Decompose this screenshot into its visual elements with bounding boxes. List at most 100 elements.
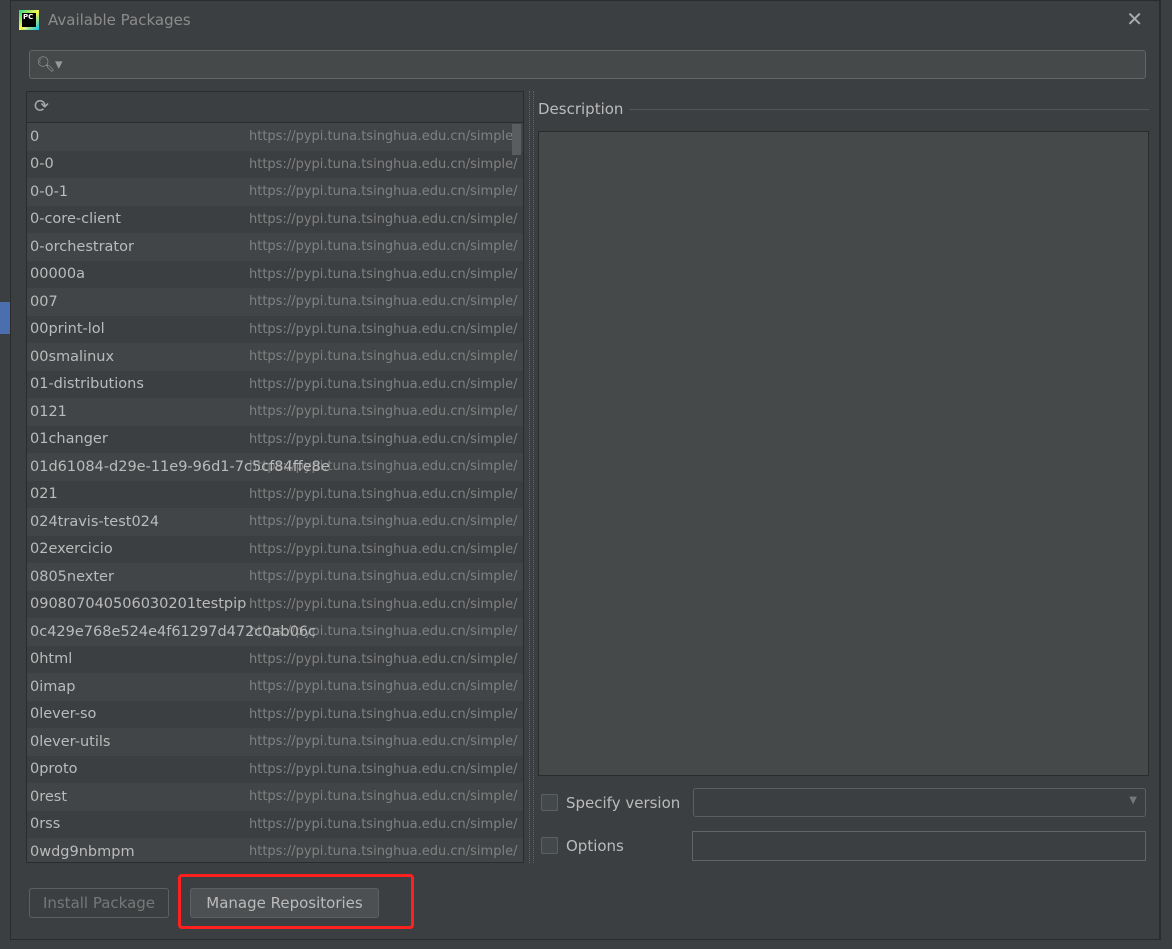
package-repo: https://pypi.tuna.tsinghua.edu.cn/simple… xyxy=(249,349,518,364)
package-list: ⟳ https://pypi.tuna.tsinghua.edu.cn/simp… xyxy=(26,91,524,863)
package-repo: https://pypi.tuna.tsinghua.edu.cn/simple… xyxy=(249,651,518,667)
package-name: 0805nexter xyxy=(30,568,114,585)
package-row[interactable]: https://pypi.tuna.tsinghua.edu.cn/simple… xyxy=(27,645,523,673)
package-row[interactable]: https://pypi.tuna.tsinghua.edu.cn/simple… xyxy=(27,288,523,316)
package-row[interactable]: https://pypi.tuna.tsinghua.edu.cn/simple… xyxy=(27,838,523,862)
package-row[interactable]: https://pypi.tuna.tsinghua.edu.cn/simple… xyxy=(27,783,523,811)
version-select[interactable]: ▼ xyxy=(693,788,1146,817)
package-row[interactable]: https://pypi.tuna.tsinghua.edu.cn/simple… xyxy=(27,453,523,481)
search-input[interactable]: 🔍︎▾ xyxy=(29,50,1146,79)
package-name: 0121 xyxy=(30,403,67,420)
chevron-down-icon: ▼ xyxy=(1129,795,1137,806)
description-divider xyxy=(629,109,1149,110)
package-repo: https://pypi.tuna.tsinghua.edu.cn/simple… xyxy=(249,761,518,777)
package-row[interactable]: https://pypi.tuna.tsinghua.edu.cn/simple… xyxy=(27,260,523,288)
options-label: Options xyxy=(566,837,624,855)
package-rows: https://pypi.tuna.tsinghua.edu.cn/simple… xyxy=(27,123,523,862)
package-name: 0imap xyxy=(30,678,76,695)
list-toolbar: ⟳ xyxy=(27,92,523,123)
package-repo: https://pypi.tuna.tsinghua.edu.cn/simple… xyxy=(249,514,518,529)
pycharm-logo-icon: PC _ xyxy=(19,10,39,30)
package-row[interactable]: https://pypi.tuna.tsinghua.edu.cn/simple… xyxy=(27,425,523,453)
package-name: 0proto xyxy=(30,761,78,778)
scrollbar[interactable] xyxy=(512,124,521,155)
splitter-handle[interactable] xyxy=(529,91,534,863)
package-name: 01changer xyxy=(30,431,108,448)
package-name: 0-0-1 xyxy=(30,183,69,200)
description-area xyxy=(538,131,1149,776)
package-name: 021 xyxy=(30,486,58,503)
package-name: 0c429e768e524e4f61297d472c0ab06c xyxy=(30,623,317,640)
options-input[interactable] xyxy=(692,831,1146,861)
package-row[interactable]: https://pypi.tuna.tsinghua.edu.cn/simple… xyxy=(27,315,523,343)
dialog-title: Available Packages xyxy=(48,11,191,29)
package-row[interactable]: https://pypi.tuna.tsinghua.edu.cn/simple… xyxy=(27,535,523,563)
package-name: 02exercicio xyxy=(30,541,113,558)
package-repo: https://pypi.tuna.tsinghua.edu.cn/simple… xyxy=(249,789,518,804)
package-row[interactable]: https://pypi.tuna.tsinghua.edu.cn/simple… xyxy=(27,343,523,371)
package-row[interactable]: https://pypi.tuna.tsinghua.edu.cn/simple… xyxy=(27,590,523,618)
package-row[interactable]: https://pypi.tuna.tsinghua.edu.cn/simple… xyxy=(27,178,523,206)
package-row[interactable]: https://pypi.tuna.tsinghua.edu.cn/simple… xyxy=(27,700,523,728)
package-name: 090807040506030201testpip xyxy=(30,596,247,613)
package-name: 0rest xyxy=(30,788,68,805)
package-row[interactable]: https://pypi.tuna.tsinghua.edu.cn/simple… xyxy=(27,563,523,591)
package-repo: https://pypi.tuna.tsinghua.edu.cn/simple… xyxy=(249,321,518,337)
package-name: 0html xyxy=(30,651,73,668)
close-icon[interactable]: ✕ xyxy=(1126,7,1143,31)
package-name: 01d61084-d29e-11e9-96d1-7c5cf84ffe8e xyxy=(30,458,330,475)
package-name: 0wdg9nbmpm xyxy=(30,843,135,860)
search-icon: 🔍︎▾ xyxy=(36,55,63,73)
package-row[interactable]: https://pypi.tuna.tsinghua.edu.cn/simple… xyxy=(27,508,523,536)
package-repo: https://pypi.tuna.tsinghua.edu.cn/simple… xyxy=(249,211,518,227)
package-repo: https://pypi.tuna.tsinghua.edu.cn/simple… xyxy=(249,404,518,419)
package-row[interactable]: https://pypi.tuna.tsinghua.edu.cn/simple… xyxy=(27,123,523,151)
specify-version-label: Specify version xyxy=(566,794,681,812)
package-name: 0lever-so xyxy=(30,706,97,723)
title-bar: PC _ Available Packages xyxy=(19,7,191,33)
ide-background-right xyxy=(1160,0,1172,949)
package-name: 00print-lol xyxy=(30,321,105,338)
ide-background-left xyxy=(0,0,10,949)
package-row[interactable]: https://pypi.tuna.tsinghua.edu.cn/simple… xyxy=(27,618,523,646)
package-name: 0lever-utils xyxy=(30,733,111,750)
ide-status-bar xyxy=(0,940,1172,949)
package-repo: https://pypi.tuna.tsinghua.edu.cn/simple… xyxy=(249,679,518,694)
package-row[interactable]: https://pypi.tuna.tsinghua.edu.cn/simple… xyxy=(27,150,523,178)
package-row[interactable]: https://pypi.tuna.tsinghua.edu.cn/simple… xyxy=(27,810,523,838)
package-repo: https://pypi.tuna.tsinghua.edu.cn/simple… xyxy=(249,541,518,557)
package-repo: https://pypi.tuna.tsinghua.edu.cn/simple… xyxy=(249,734,518,749)
package-repo: https://pypi.tuna.tsinghua.edu.cn/simple… xyxy=(249,596,518,612)
package-row[interactable]: https://pypi.tuna.tsinghua.edu.cn/simple… xyxy=(27,755,523,783)
available-packages-dialog: PC _ Available Packages ✕ 🔍︎▾ ⟳ https://p… xyxy=(10,0,1160,940)
package-repo: https://pypi.tuna.tsinghua.edu.cn/simple… xyxy=(249,156,518,172)
package-row[interactable]: https://pypi.tuna.tsinghua.edu.cn/simple… xyxy=(27,370,523,398)
package-name: 0-orchestrator xyxy=(30,238,134,255)
package-repo: https://pypi.tuna.tsinghua.edu.cn/simple… xyxy=(249,184,518,199)
specify-version-checkbox[interactable] xyxy=(541,794,558,811)
package-name: 01-distributions xyxy=(30,376,144,393)
package-name: 0-core-client xyxy=(30,211,121,228)
package-row[interactable]: https://pypi.tuna.tsinghua.edu.cn/simple… xyxy=(27,728,523,756)
ide-selection xyxy=(0,302,10,334)
package-row[interactable]: https://pypi.tuna.tsinghua.edu.cn/simple… xyxy=(27,398,523,426)
package-repo: https://pypi.tuna.tsinghua.edu.cn/simple… xyxy=(249,266,518,282)
highlight-annotation xyxy=(178,874,414,929)
package-row[interactable]: https://pypi.tuna.tsinghua.edu.cn/simple… xyxy=(27,673,523,701)
install-package-button[interactable]: Install Package xyxy=(29,888,169,918)
package-repo: https://pypi.tuna.tsinghua.edu.cn/simple… xyxy=(249,129,518,144)
package-repo: https://pypi.tuna.tsinghua.edu.cn/simple… xyxy=(249,294,518,309)
package-name: 024travis-test024 xyxy=(30,513,160,530)
refresh-icon[interactable]: ⟳ xyxy=(34,96,49,117)
package-repo: https://pypi.tuna.tsinghua.edu.cn/simple… xyxy=(249,431,518,447)
package-name: 0 xyxy=(30,128,40,145)
package-name: 0-0 xyxy=(30,156,54,173)
package-row[interactable]: https://pypi.tuna.tsinghua.edu.cn/simple… xyxy=(27,233,523,261)
options-checkbox[interactable] xyxy=(541,837,558,854)
package-repo: https://pypi.tuna.tsinghua.edu.cn/simple… xyxy=(249,706,518,722)
package-row[interactable]: https://pypi.tuna.tsinghua.edu.cn/simple… xyxy=(27,205,523,233)
package-name: 00smalinux xyxy=(30,348,115,365)
package-row[interactable]: https://pypi.tuna.tsinghua.edu.cn/simple… xyxy=(27,480,523,508)
package-repo: https://pypi.tuna.tsinghua.edu.cn/simple… xyxy=(249,239,518,254)
description-label: Description xyxy=(538,100,624,118)
